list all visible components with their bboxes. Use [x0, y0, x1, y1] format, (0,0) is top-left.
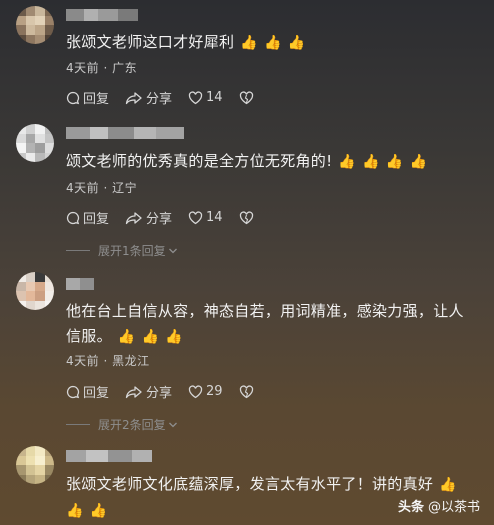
like-count: 29 [206, 384, 223, 399]
avatar[interactable] [16, 124, 54, 162]
share-button[interactable]: 分享 [125, 208, 172, 227]
dislike-heart-icon [239, 90, 253, 104]
dislike-button[interactable] [239, 210, 254, 225]
reply-icon [66, 91, 80, 104]
thumbs-up-emoji: 👍 [439, 477, 457, 493]
share-button[interactable]: 分享 [125, 382, 172, 401]
like-button[interactable]: 29 [188, 384, 223, 399]
share-icon [125, 211, 142, 224]
like-button[interactable]: 14 [188, 210, 223, 225]
reply-label: 回复 [83, 212, 110, 227]
avatar[interactable] [16, 6, 54, 44]
username-blurred[interactable] [66, 9, 138, 21]
thumbs-up-emoji: 👍 [362, 154, 380, 170]
reply-label: 回复 [83, 92, 110, 107]
comment-text: 颂文老师的优秀真的是全方位无死角的! 👍 👍 👍 👍 [66, 149, 474, 175]
dislike-heart-icon [239, 384, 253, 398]
expand-label: 展开2条回复 [98, 418, 166, 432]
thumbs-up-emoji: 👍 [264, 35, 282, 51]
username-blurred[interactable] [66, 127, 184, 139]
thumbs-up-emoji: 👍 [89, 503, 108, 519]
share-icon [125, 385, 142, 398]
username-blurred[interactable] [66, 450, 152, 462]
expand-label: 展开1条回复 [98, 244, 166, 258]
comment-content: 张颂文老师文化底蕴深厚，发言太有水平了！讲的真好 [66, 475, 434, 493]
heart-icon [188, 210, 203, 224]
heart-icon [188, 90, 203, 104]
comment-content: 张颂文老师这口才好犀利 [66, 33, 235, 51]
dislike-heart-icon [239, 210, 253, 224]
like-button[interactable]: 14 [188, 90, 223, 105]
expand-replies-button[interactable]: 展开2条回复 [66, 416, 178, 433]
divider [66, 250, 90, 251]
thumbs-up-emoji: 👍 [287, 35, 306, 51]
comment-content: 颂文老师的优秀真的是全方位无死角的! [66, 152, 333, 170]
thumbs-up-emoji: 👍 [117, 329, 136, 345]
share-label: 分享 [146, 92, 173, 107]
comment-meta: 4天前 · 辽宁 [66, 181, 138, 195]
share-button[interactable]: 分享 [125, 88, 172, 107]
comment-actions: 回复 分享 29 [66, 382, 254, 401]
thumbs-up-emoji: 👍 [409, 154, 428, 170]
toutiao-watermark: 头条 @以茶书 [398, 496, 480, 515]
watermark-handle: @以茶书 [427, 500, 480, 515]
reply-icon [66, 211, 80, 224]
comment-actions: 回复 分享 14 [66, 208, 254, 227]
reply-button[interactable]: 回复 [66, 88, 109, 107]
username-blurred[interactable] [66, 278, 94, 290]
reply-icon [66, 385, 80, 398]
avatar[interactable] [16, 446, 54, 484]
thumbs-up-emoji: 👍 [240, 35, 259, 51]
reply-label: 回复 [83, 386, 110, 401]
dislike-button[interactable] [239, 90, 254, 105]
comment-text: 他在台上自信从容，神态自若，用词精准，感染力强，让人信服。 👍 👍 👍 [66, 299, 474, 350]
thumbs-up-emoji: 👍 [385, 154, 404, 170]
thumbs-up-emoji: 👍 [141, 329, 160, 345]
like-count: 14 [206, 90, 223, 105]
thumbs-up-emoji: 👍 [165, 329, 184, 345]
reply-button[interactable]: 回复 [66, 382, 109, 401]
expand-replies-button[interactable]: 展开1条回复 [66, 242, 178, 259]
divider [66, 424, 90, 425]
share-icon [125, 91, 142, 104]
avatar[interactable] [16, 272, 54, 310]
comment-meta: 4天前 · 黑龙江 [66, 354, 150, 368]
watermark-brand: 头条 [397, 500, 424, 515]
comment-meta: 4天前 · 广东 [66, 61, 138, 75]
heart-icon [188, 384, 203, 398]
reply-button[interactable]: 回复 [66, 208, 109, 227]
dislike-button[interactable] [239, 384, 254, 399]
chevron-down-icon [168, 422, 177, 427]
like-count: 14 [206, 210, 223, 225]
chevron-down-icon [168, 248, 177, 253]
thumbs-up-emoji: 👍 [338, 154, 357, 170]
share-label: 分享 [146, 386, 173, 401]
comment-text: 张颂文老师这口才好犀利 👍 👍 👍 [66, 30, 474, 56]
thumbs-up-emoji: 👍 [66, 503, 84, 519]
comment-actions: 回复 分享 14 [66, 88, 254, 107]
share-label: 分享 [146, 212, 173, 227]
